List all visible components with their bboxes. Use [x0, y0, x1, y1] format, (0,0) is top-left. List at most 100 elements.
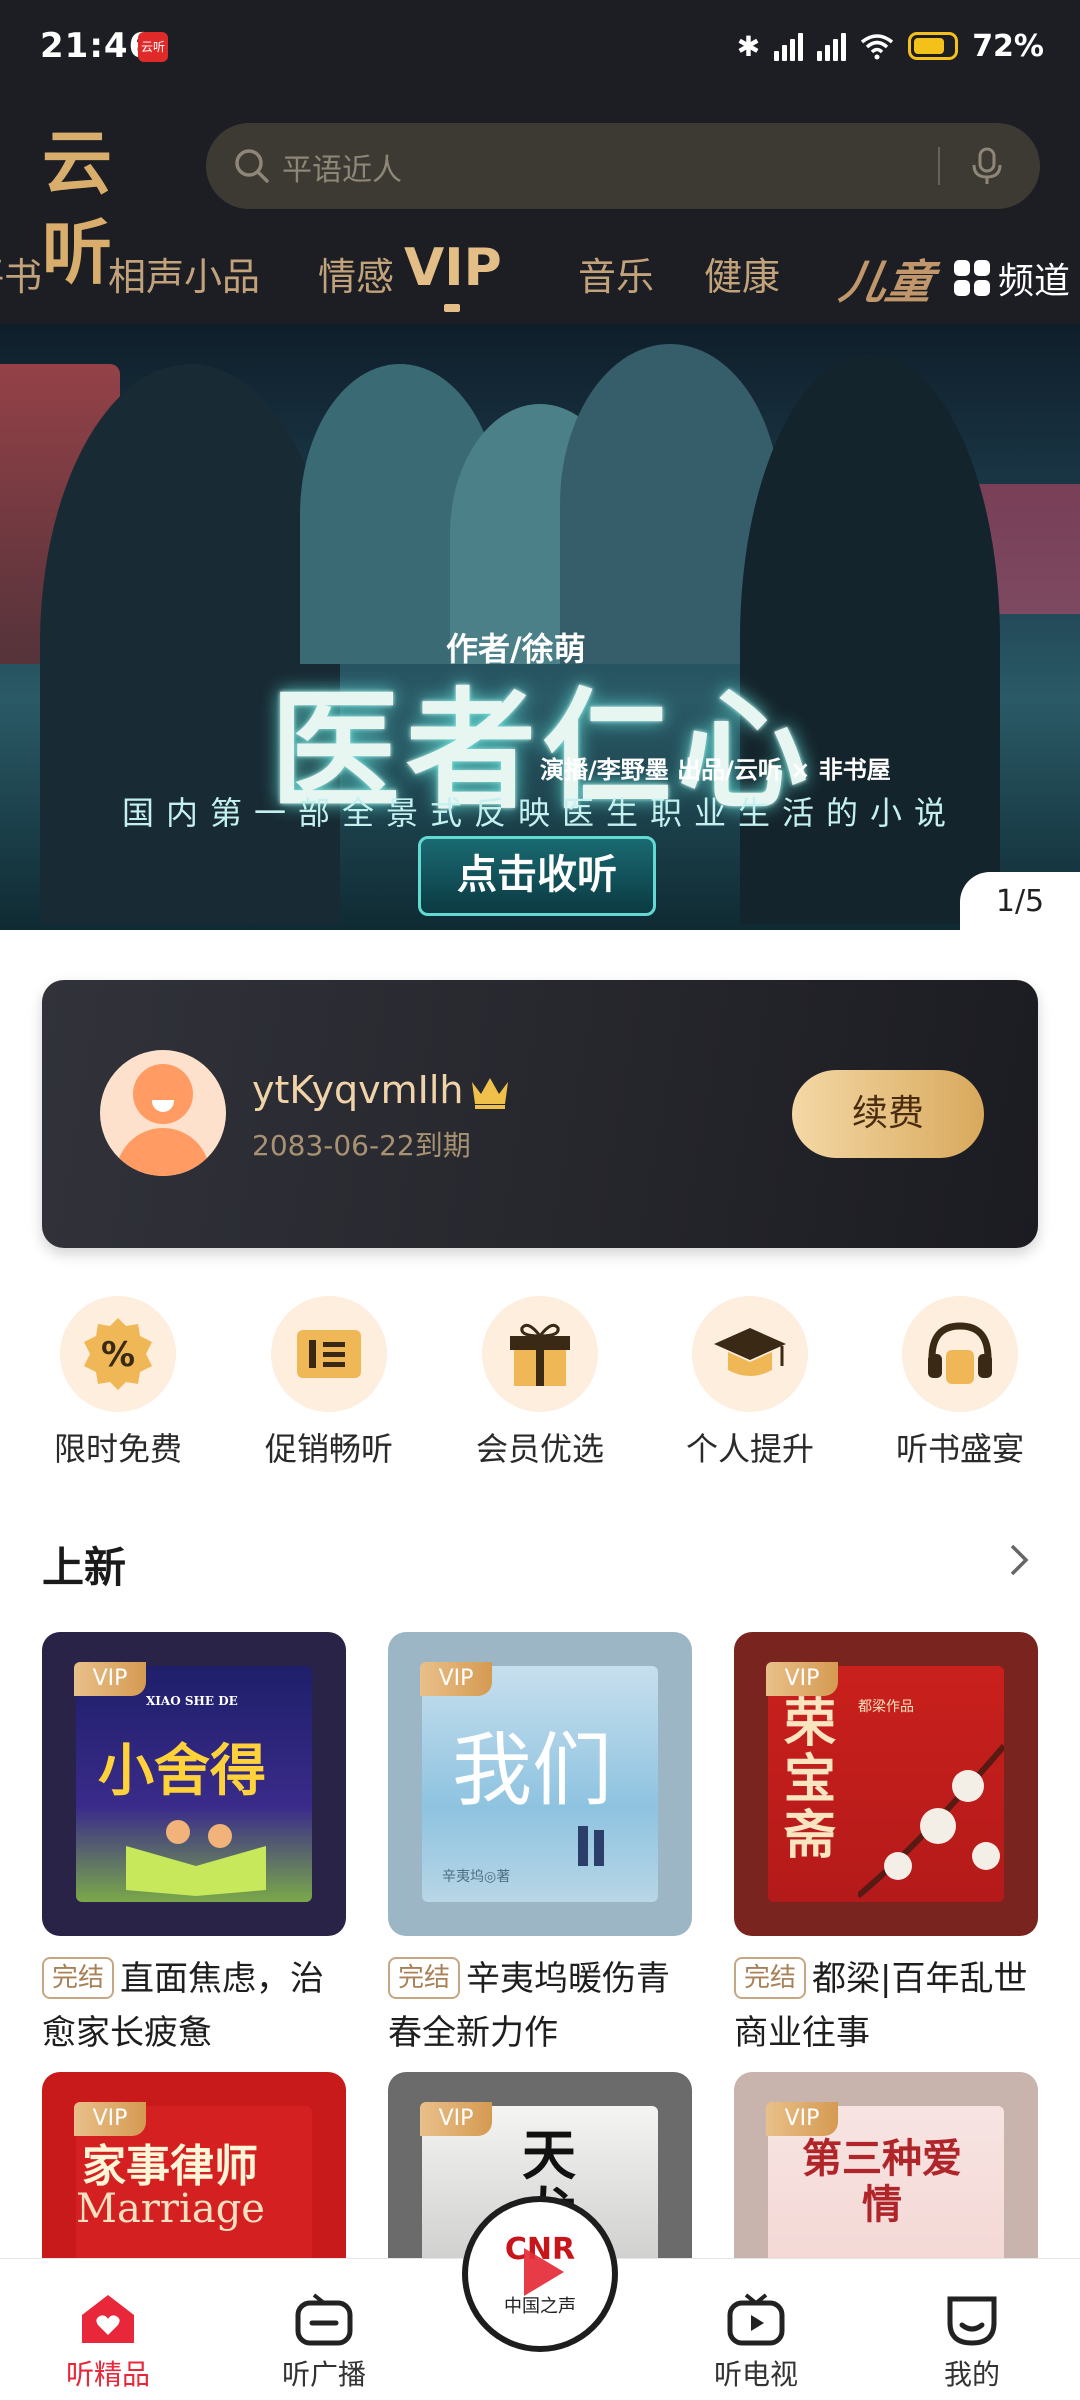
quick-entry-improve-bg — [692, 1296, 808, 1412]
cover-subtitle: 都梁作品 — [858, 1699, 914, 1715]
book-cover: VIP 小舍得 XIAO SHE DE — [42, 1632, 346, 1936]
book-card[interactable]: VIP 我们 辛夷坞◎著 完结 辛夷坞暖伤青春全新力作 — [388, 1632, 692, 2060]
profile-face-icon — [947, 2296, 997, 2346]
tab-kids[interactable]: 儿童 — [836, 246, 943, 309]
cover-subtitle: Marriage — [76, 2186, 265, 2232]
vip-badge: VIP — [420, 2102, 492, 2136]
app-logo[interactable]: 云听 — [42, 118, 168, 294]
status-time: 21:46 — [40, 26, 154, 66]
cover-art: 荣宝斋 都梁作品 — [768, 1666, 1004, 1902]
vip-badge: VIP — [420, 1662, 492, 1696]
cnr-live-button[interactable]: CNR 中国之声 — [462, 2196, 618, 2352]
nav-label: 听电视 — [713, 2358, 798, 2391]
promo-banner[interactable]: 作者/徐萌 医者仁心 演播/李野墨 出品/云听 × 非书屋 国内第一部全景式反映… — [0, 324, 1080, 930]
cover-subtitle: 辛夷坞◎著 — [442, 1869, 511, 1885]
play-icon — [524, 2248, 564, 2296]
cover-title: 家事律师 — [82, 2141, 258, 2192]
membership-card[interactable]: ytKyqvmIlh 2083-06-22到期 续费 — [42, 980, 1038, 1248]
banner-page-indicator: 1/5 — [960, 872, 1080, 932]
quick-label-free: 限时免费 — [53, 1430, 182, 1468]
microphone-icon[interactable] — [964, 143, 1010, 189]
member-username: ytKyqvmIlh — [252, 1068, 464, 1112]
gift-icon — [510, 1323, 570, 1386]
nav-radio[interactable]: 听广播 — [234, 2259, 414, 2400]
quick-entry-feast[interactable]: 听书盛宴 — [860, 1296, 1060, 1470]
status-icons: ✱ 72% — [737, 26, 1044, 66]
renew-button[interactable]: 续费 — [792, 1070, 984, 1158]
coupon-icon — [297, 1330, 361, 1378]
book-title-line: 完结 直面焦虑，治愈家长疲惫 — [42, 1952, 346, 2060]
tab-pingshu[interactable]: 评书 — [0, 246, 42, 301]
book-cover: VIP 荣宝斋 都梁作品 — [734, 1632, 1038, 1936]
section-title-new: 上新 — [42, 1543, 127, 1592]
cover-art: 我们 辛夷坞◎著 — [422, 1666, 658, 1902]
vip-badge: VIP — [766, 1662, 838, 1696]
battery-icon — [908, 32, 959, 60]
nav-label: 听精品 — [65, 2358, 150, 2391]
nav-profile[interactable]: 我的 — [882, 2259, 1062, 2400]
home-heart-icon — [82, 2295, 134, 2343]
cover-title: 我们 — [452, 1724, 612, 1817]
nav-featured[interactable]: 听精品 — [18, 2259, 198, 2400]
quick-entry-promo[interactable]: 促销畅听 — [229, 1296, 429, 1470]
tab-jiankang[interactable]: 健康 — [704, 246, 780, 301]
wifi-icon — [861, 34, 894, 60]
radio-icon — [295, 2293, 353, 2346]
channel-label: 频道 — [998, 261, 1071, 302]
vip-badge: VIP — [74, 2102, 146, 2136]
quick-label-feast: 听书盛宴 — [895, 1430, 1024, 1468]
quick-entry-free-bg: % — [60, 1296, 176, 1412]
quick-entry-promo-bg — [271, 1296, 387, 1412]
search-divider — [938, 147, 940, 185]
book-title-line: 完结 辛夷坞暖伤青春全新力作 — [388, 1952, 692, 2060]
status-bar: 21:46 云听 ✱ 72% — [0, 0, 1080, 96]
cover-title: 荣宝斋 — [784, 1693, 837, 1866]
quick-entry-free[interactable]: % 限时免费 — [18, 1296, 218, 1470]
status-tag: 完结 — [734, 1957, 807, 1999]
chevron-right-icon[interactable] — [1004, 1540, 1034, 1580]
quick-entries: % 限时免费 促销畅听 会员优选 个人提升 听书盛宴 — [0, 1296, 1080, 1468]
quick-entry-member-pick[interactable]: 会员优选 — [440, 1296, 640, 1470]
cover-title: 第三种爱情 — [802, 2135, 962, 2228]
cover-art: 小舍得 XIAO SHE DE — [76, 1666, 312, 1902]
cover-title: 小舍得 — [98, 1738, 266, 1804]
cnr-label: 中国之声 — [504, 2296, 576, 2317]
tab-yinyue[interactable]: 音乐 — [578, 246, 654, 301]
quick-entry-improve[interactable]: 个人提升 — [650, 1296, 850, 1470]
banner-figure-right — [740, 354, 1000, 924]
avatar[interactable] — [100, 1050, 226, 1176]
book-cover: VIP 我们 辛夷坞◎著 — [388, 1632, 692, 1936]
nav-label: 我的 — [943, 2358, 1000, 2391]
quick-label-promo: 促销畅听 — [264, 1430, 393, 1468]
bluetooth-icon: ✱ — [736, 29, 761, 63]
tab-qinggan[interactable]: 情感 — [318, 246, 394, 301]
couple-illustration — [578, 1826, 604, 1866]
banner-listen-button[interactable]: 点击收听 — [418, 836, 656, 916]
notification-app-icon: 云听 — [138, 32, 168, 62]
quick-label-member-pick: 会员优选 — [475, 1430, 604, 1468]
crown-icon — [472, 1078, 508, 1109]
avatar-head — [133, 1064, 193, 1124]
member-expiry: 2083-06-22到期 — [252, 1129, 471, 1162]
status-tag: 完结 — [388, 1957, 461, 1999]
signal-1-icon — [774, 31, 804, 61]
app-header: 21:46 云听 ✱ 72% 云听 平语近人 评书 相声小品 情感 VIP 音乐… — [0, 0, 1080, 324]
channel-button[interactable]: 频道 — [954, 250, 1070, 306]
quick-label-improve: 个人提升 — [685, 1430, 814, 1468]
svg-text:%: % — [101, 1335, 135, 1375]
tab-vip[interactable]: VIP — [404, 238, 502, 298]
quick-entry-member-pick-bg — [482, 1296, 598, 1412]
avatar-body — [116, 1128, 210, 1176]
book-title-line: 完结 都梁|百年乱世商业往事 — [734, 1952, 1038, 2060]
status-tag: 完结 — [42, 1957, 115, 1999]
search-bar[interactable]: 平语近人 — [206, 123, 1040, 209]
graduation-cap-icon — [714, 1328, 786, 1376]
book-card[interactable]: VIP 荣宝斋 都梁作品 完结 都梁|百年乱世商业往事 — [734, 1632, 1038, 2060]
vip-badge: VIP — [766, 2102, 838, 2136]
book-card[interactable]: VIP 小舍得 XIAO SHE DE 完结 直面焦虑，治愈家长疲惫 — [42, 1632, 346, 2060]
quick-entry-feast-bg — [902, 1296, 1018, 1412]
banner-figure-left — [40, 364, 340, 924]
nav-tv[interactable]: 听电视 — [666, 2259, 846, 2400]
tab-xiangsheng[interactable]: 相声小品 — [108, 246, 260, 301]
grid-icon — [954, 260, 990, 296]
